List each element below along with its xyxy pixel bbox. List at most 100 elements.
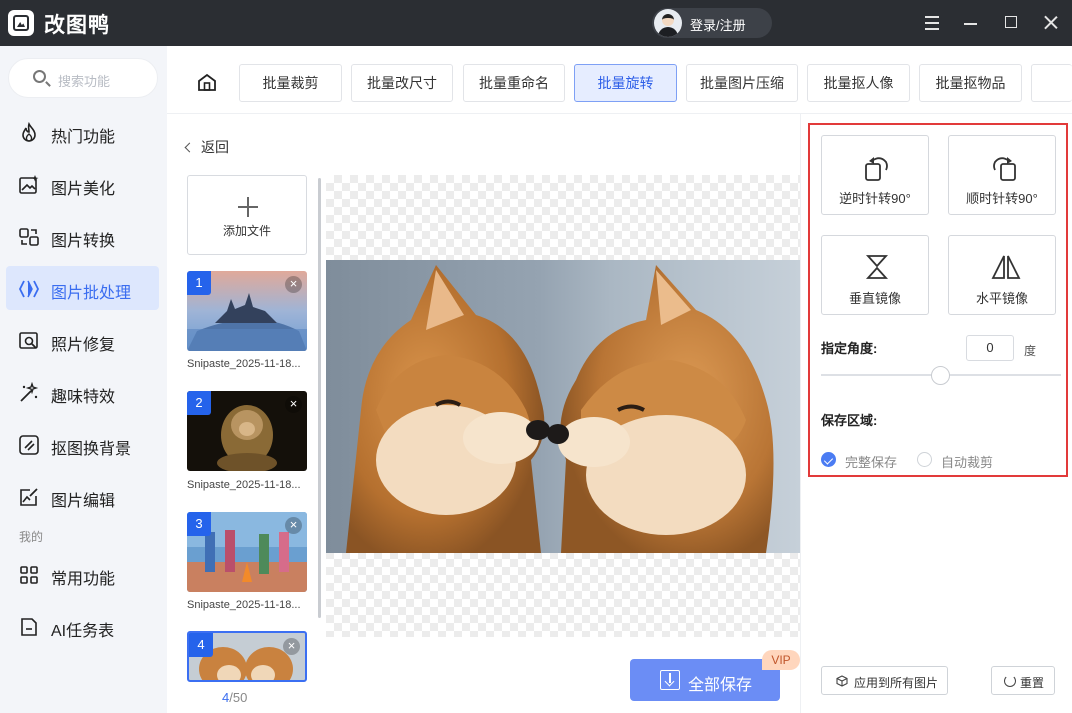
file-index-badge: 1: [187, 271, 211, 295]
tab-batch-cutout-person[interactable]: 批量抠人像: [807, 64, 910, 102]
sidebar-item-label: 照片修复: [51, 337, 116, 354]
batch-icon: [18, 280, 40, 298]
sidebar-item-label: 图片美化: [51, 181, 116, 198]
file-index-badge: 2: [187, 391, 211, 415]
remove-file-icon[interactable]: ×: [285, 396, 302, 413]
flip-horizontal-button[interactable]: 水平镜像: [948, 235, 1056, 315]
rotate-ccw-button[interactable]: 逆时针转90°: [821, 135, 929, 215]
edit-image-icon: [20, 488, 38, 506]
maximize-icon[interactable]: [1000, 12, 1022, 34]
file-thumbnail[interactable]: 1 ×: [187, 271, 307, 351]
app-logo-icon: [8, 10, 34, 36]
sidebar-item-label: 常用功能: [51, 571, 116, 588]
magic-wand-icon: [20, 382, 39, 402]
file-thumbnail-selected[interactable]: 4 ×: [187, 631, 307, 682]
document-icon: [21, 618, 37, 636]
rotate-cw-button[interactable]: 顺时针转90°: [948, 135, 1056, 215]
file-index-badge: 4: [189, 633, 213, 657]
auto-crop-radio[interactable]: [917, 452, 932, 467]
convert-icon: [19, 228, 39, 246]
flame-icon: [22, 122, 36, 142]
sidebar-item-label: 图片批处理: [51, 285, 132, 302]
full-save-radio[interactable]: [821, 452, 836, 467]
angle-slider-handle[interactable]: [931, 366, 950, 385]
preview-image: [326, 260, 800, 553]
add-file-label: 添加文件: [222, 224, 271, 238]
file-list-scrollbar[interactable]: [318, 178, 321, 618]
sidebar-item-label: 热门功能: [51, 129, 116, 146]
flip-vertical-icon: [865, 255, 889, 279]
remove-file-icon[interactable]: ×: [285, 276, 302, 293]
tab-batch-rotate[interactable]: 批量旋转: [574, 64, 677, 102]
tab-more[interactable]: [1031, 64, 1072, 102]
full-save-label[interactable]: 完整保存: [845, 452, 897, 471]
remove-file-icon[interactable]: ×: [285, 517, 302, 534]
tab-batch-compress[interactable]: 批量图片压缩: [686, 64, 798, 102]
sidebar-item-edit[interactable]: 图片编辑: [6, 474, 159, 518]
close-icon[interactable]: [1040, 12, 1062, 34]
file-counter: 4/50: [222, 690, 248, 705]
chevron-left-icon: [184, 142, 195, 153]
grid-icon: [20, 566, 38, 584]
tab-batch-rename[interactable]: 批量重命名: [463, 64, 565, 102]
save-area-label: 保存区域:: [821, 413, 878, 428]
tool-tabs: 批量裁剪 批量改尺寸 批量重命名 批量旋转 批量图片压缩 批量抠人像 批量抠物品: [167, 46, 1072, 114]
apply-to-all-button[interactable]: 应用到所有图片: [821, 666, 948, 695]
sidebar-item-effects[interactable]: 趣味特效: [6, 370, 159, 414]
sidebar-item-label: 抠图换背景: [51, 441, 132, 458]
add-file-button[interactable]: 添加文件: [187, 175, 307, 255]
login-label: 登录/注册: [690, 18, 746, 33]
angle-input[interactable]: 0: [966, 335, 1014, 361]
file-name: Snipaste_2025-11-18...: [187, 358, 301, 370]
flip-vertical-button[interactable]: 垂直镜像: [821, 235, 929, 315]
sidebar-item-label: AI任务表: [51, 623, 115, 640]
image-sparkle-icon: [19, 175, 39, 194]
save-all-button[interactable]: 全部保存: [630, 659, 780, 701]
sidebar-item-beautify[interactable]: 图片美化: [6, 162, 159, 206]
search-input[interactable]: 搜索功能: [8, 58, 158, 98]
download-icon: [660, 670, 680, 690]
sidebar-item-label: 图片编辑: [51, 493, 116, 510]
tab-batch-crop[interactable]: 批量裁剪: [239, 64, 342, 102]
cube-icon: [836, 675, 848, 687]
reset-icon: [1004, 675, 1016, 687]
remove-file-icon[interactable]: ×: [283, 638, 300, 655]
back-label: 返回: [201, 139, 229, 155]
sidebar-item-repair[interactable]: 照片修复: [6, 318, 159, 362]
sidebar-item-ai-tasks[interactable]: AI任务表: [6, 604, 159, 648]
angle-unit: 度: [1024, 344, 1037, 358]
search-placeholder: 搜索功能: [58, 74, 111, 89]
file-index-badge: 3: [187, 512, 211, 536]
section-mine-label: 我的: [19, 530, 44, 544]
app-name: 改图鸭: [44, 14, 110, 37]
search-icon: [33, 70, 46, 83]
file-name: Snipaste_2025-11-18...: [187, 479, 301, 491]
sidebar-item-hot[interactable]: 热门功能: [6, 110, 159, 154]
login-button[interactable]: 登录/注册: [652, 8, 772, 38]
sidebar-item-common[interactable]: 常用功能: [6, 552, 159, 596]
sidebar-item-label: 图片转换: [51, 233, 116, 250]
rotate-cw-icon: [993, 157, 1016, 181]
vip-badge: VIP: [762, 650, 800, 670]
photo-repair-icon: [19, 332, 38, 349]
sidebar-item-batch[interactable]: 图片批处理: [6, 266, 159, 310]
file-name: Snipaste_2025-11-18...: [187, 599, 301, 611]
flip-horizontal-icon: [991, 255, 1021, 279]
file-thumbnail[interactable]: 2 ×: [187, 391, 307, 471]
tab-batch-cutout-object[interactable]: 批量抠物品: [919, 64, 1022, 102]
back-button[interactable]: 返回: [184, 137, 229, 157]
cutout-icon: [19, 435, 39, 455]
sidebar-item-convert[interactable]: 图片转换: [6, 214, 159, 258]
auto-crop-label[interactable]: 自动裁剪: [941, 452, 993, 471]
sidebar-item-cutout[interactable]: 抠图换背景: [6, 422, 159, 466]
home-icon[interactable]: [197, 73, 217, 91]
reset-button[interactable]: 重置: [991, 666, 1055, 695]
tab-batch-resize[interactable]: 批量改尺寸: [351, 64, 453, 102]
sidebar-item-label: 趣味特效: [51, 389, 116, 406]
file-thumbnail[interactable]: 3 ×: [187, 512, 307, 592]
minimize-icon[interactable]: [960, 12, 982, 34]
shiba-dogs-image: [346, 265, 774, 553]
menu-icon[interactable]: [922, 12, 944, 34]
rotate-ccw-icon: [865, 157, 888, 181]
avatar: [654, 9, 682, 37]
